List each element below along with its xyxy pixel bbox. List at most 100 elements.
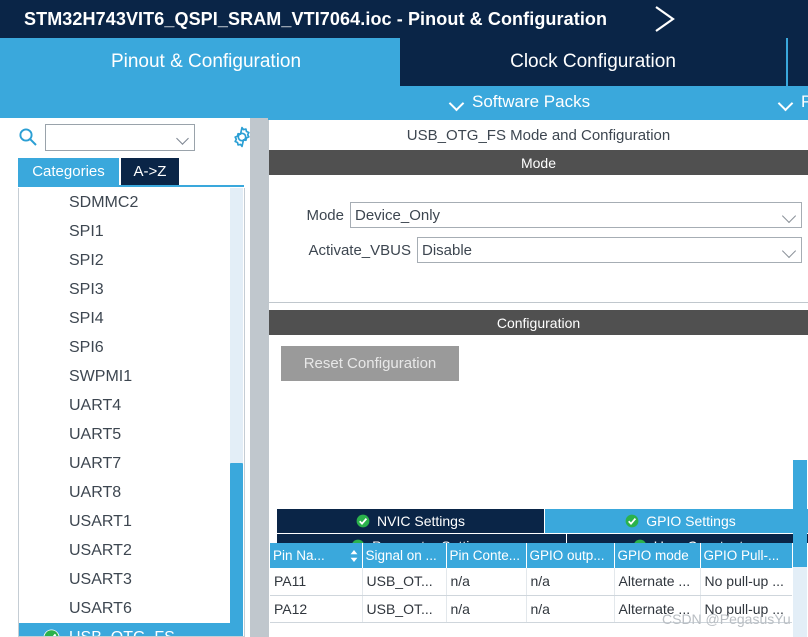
sidebar-item-spi2[interactable]: SPI2 [19,246,231,275]
sidebar-item-label: SDMMC2 [69,194,139,211]
cell-gpio-pull: No pull-up ... [700,595,793,623]
software-packs-label: Software Packs [472,92,591,111]
sort-updown-icon[interactable] [349,549,359,563]
sidebar-item-sdmmc2[interactable]: SDMMC2 [19,188,231,217]
sidebar-item-label: USART3 [69,571,132,588]
sidebar-item-spi4[interactable]: SPI4 [19,304,231,333]
tab-categories-label: Categories [32,163,105,180]
column-header-gpio-mode[interactable]: GPIO mode [614,543,701,568]
sidebar-item-usart2[interactable]: USART2 [19,536,231,565]
panel-left-rail [262,118,269,637]
sidebar-item-label: SPI2 [69,252,104,269]
sidebar-item-label: UART4 [69,397,122,414]
search-input[interactable] [45,124,195,151]
sidebar-item-uart7[interactable]: UART7 [19,449,231,478]
column-header-gpio-output[interactable]: GPIO outp... [526,543,615,568]
mode-dropdown[interactable]: Device_Only [350,202,802,228]
chevron-down-icon[interactable] [174,125,194,150]
cell-gpio-mode: Alternate ... [614,595,701,623]
sidebar-item-label: USB_OTG_FS [69,629,175,636]
column-header-label: Signal on ... [365,548,437,563]
table-row[interactable]: PA12 USB_OT... n/a n/a Alternate ... No … [270,595,793,623]
vbus-field-row: Activate_VBUS Disable [300,237,802,263]
tab-categories[interactable]: Categories [18,158,119,185]
sidebar-item-usb-otg-fs[interactable]: USB_OTG_FS [19,623,231,636]
column-header-pin-context[interactable]: Pin Conte... [446,543,527,568]
chevron-down-icon[interactable] [779,203,801,227]
sidebar-item-uart8[interactable]: UART8 [19,478,231,507]
tab-clock-configuration[interactable]: Clock Configuration [400,38,786,86]
search-icon[interactable] [18,127,38,147]
column-header-label: Pin Na... [273,548,325,563]
activate-vbus-label: Activate_VBUS [308,241,411,259]
title-bar: STM32H743VIT6_QSPI_SRAM_VTI7064.ioc - Pi… [0,0,808,38]
activate-vbus-dropdown[interactable]: Disable [417,237,802,263]
software-packs-menu[interactable]: Software Packs [450,86,590,118]
green-check-icon [625,514,639,528]
pinout-menu[interactable]: P [779,86,808,118]
sidebar-item-uart5[interactable]: UART5 [19,420,231,449]
tab-nvic-settings[interactable]: NVIC Settings [277,509,544,533]
mode-section-body: Mode Device_Only Activate_VBUS Disable A… [269,175,808,344]
table-header-row: Pin Na... Signal on ... Pin Conte... GPI… [270,543,793,568]
tab-a-to-z[interactable]: A->Z [121,158,179,185]
cell-gpio-output: n/a [526,568,615,596]
sidebar-item-label: UART8 [69,484,122,501]
sidebar-item-spi1[interactable]: SPI1 [19,217,231,246]
tab-gpio-settings[interactable]: GPIO Settings [545,509,808,533]
sidebar-item-label: UART7 [69,455,122,472]
mode-field-row: Mode Device_Only [300,202,802,228]
green-check-icon [43,629,60,636]
tab-pinout-label: Pinout & Configuration [110,51,302,72]
cell-gpio-mode: Alternate ... [614,568,701,596]
chevron-right-icon [655,6,675,32]
pinout-menu-label: P [801,92,808,111]
column-header-signal-on[interactable]: Signal on ... [362,543,447,568]
panel-splitter[interactable] [250,118,262,637]
cell-gpio-output: n/a [526,595,615,623]
chevron-down-icon[interactable] [779,238,801,262]
table-row[interactable]: PA11 USB_OT... n/a n/a Alternate ... No … [270,568,793,596]
main-tab-strip: Pinout & Configuration Clock Configurati… [0,38,808,86]
column-header-label: GPIO mode [617,548,689,563]
chevron-down-icon [450,98,464,107]
sidebar-item-label: SPI6 [69,339,104,356]
sidebar-scrollbar-thumb[interactable] [230,463,243,636]
sidebar-item-label: SWPMI1 [69,368,133,385]
panel-scrollbar-thumb[interactable] [793,460,807,567]
cell-signal-on: USB_OT... [362,595,447,623]
sidebar-item-spi3[interactable]: SPI3 [19,275,231,304]
sidebar-search-row [0,118,262,156]
sidebar-item-spi6[interactable]: SPI6 [19,333,231,362]
sidebar-item-label: USART1 [69,513,132,530]
sidebar-item-label: UART5 [69,426,122,443]
column-header-pin-name[interactable]: Pin Na... [270,543,363,568]
reset-configuration-button[interactable]: Reset Configuration [281,346,459,381]
green-check-icon [356,514,370,528]
page-title: STM32H743VIT6_QSPI_SRAM_VTI7064.ioc - Pi… [24,8,608,29]
stm32cubemx-window: STM32H743VIT6_QSPI_SRAM_VTI7064.ioc - Pi… [0,0,808,637]
sidebar-item-usart1[interactable]: USART1 [19,507,231,536]
tab-pinout-configuration[interactable]: Pinout & Configuration [14,38,398,86]
cell-gpio-pull: No pull-up ... [700,568,793,596]
panel-heading: USB_OTG_FS Mode and Configuration [406,127,671,144]
peripheral-list-items: SDMMC2 SPI1 SPI2 SPI3 SPI4 SPI6 SWPMI1 U… [19,188,231,636]
chevron-down-icon [779,98,793,107]
cell-signal-on: USB_OT... [362,568,447,596]
sidebar-tabs-underline [18,185,244,187]
column-header-gpio-pull[interactable]: GPIO Pull-... [700,543,793,568]
tab-nvic-settings-label: NVIC Settings [377,513,465,529]
cell-pin-name: PA11 [270,568,363,596]
sub-bar: Software Packs P [0,86,808,118]
mode-label: Mode [306,206,344,224]
sidebar-item-label: SPI4 [69,310,104,327]
cell-pin-context: n/a [446,595,527,623]
tab-clock-label: Clock Configuration [510,51,676,72]
sidebar-item-usart3[interactable]: USART3 [19,565,231,594]
tab-third-partial[interactable] [788,38,808,86]
sidebar-item-usart6[interactable]: USART6 [19,594,231,623]
column-header-label: Pin Conte... [449,548,521,563]
sidebar-item-uart4[interactable]: UART4 [19,391,231,420]
sidebar-item-swpmi1[interactable]: SWPMI1 [19,362,231,391]
cell-pin-context: n/a [446,568,527,596]
